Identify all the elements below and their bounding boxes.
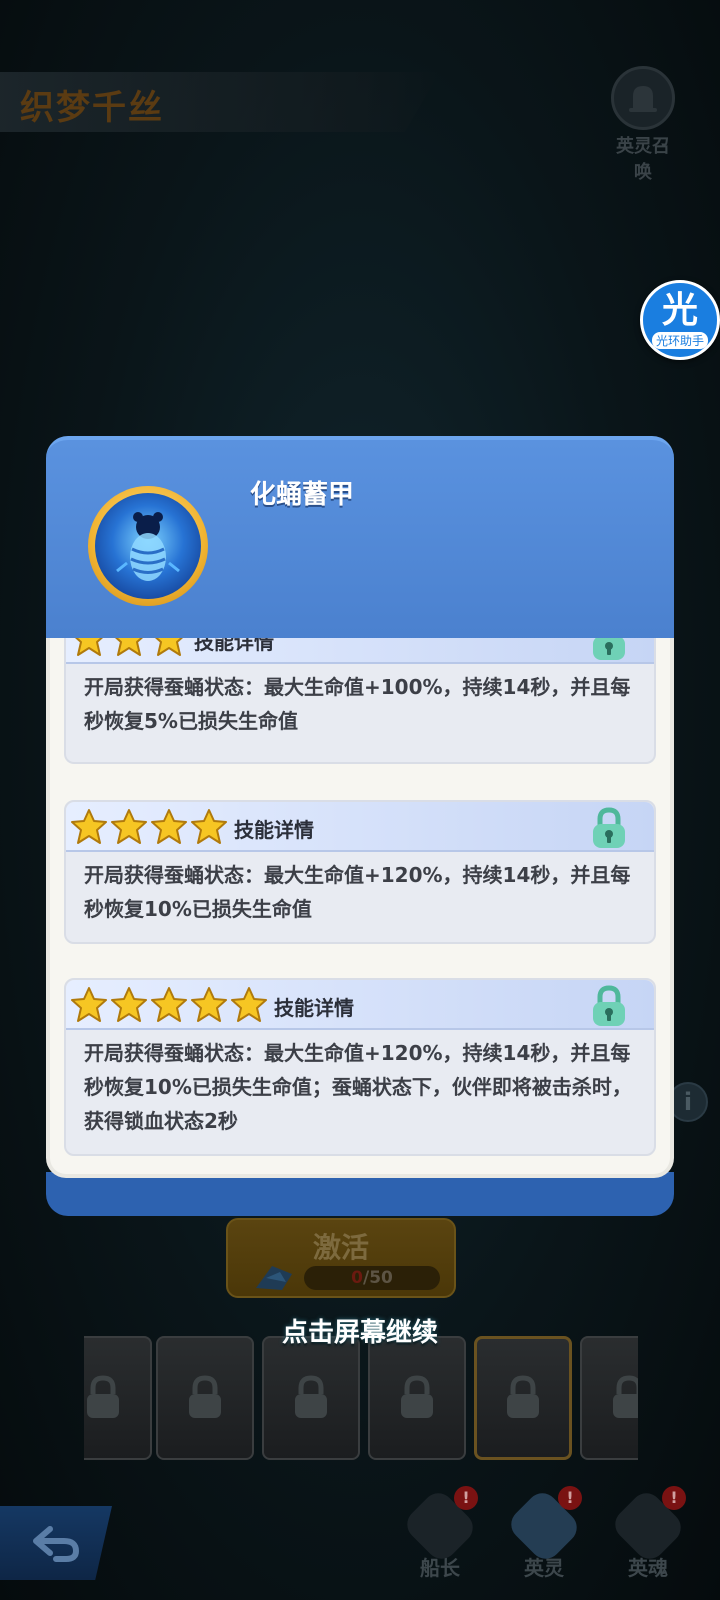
hero-card[interactable] xyxy=(262,1336,360,1460)
helper-label: 光环助手 xyxy=(651,331,708,349)
lock-icon xyxy=(189,1375,221,1418)
nav-captain[interactable]: 船长 ! xyxy=(392,1486,488,1592)
bell-icon xyxy=(611,66,675,130)
lock-icon xyxy=(507,1375,539,1418)
star-icon xyxy=(111,987,147,1022)
star-icon xyxy=(111,809,147,844)
star-icon xyxy=(71,987,107,1022)
star-icon xyxy=(71,809,107,844)
star-icon xyxy=(151,809,187,844)
nav-hero-soul[interactable]: 英魂 ! xyxy=(600,1486,696,1592)
summon-label: 英灵召唤 xyxy=(616,136,670,183)
activate-current: 0 xyxy=(351,1268,363,1288)
star-rating xyxy=(70,808,230,846)
tier-card-5star: 技能详情 开局获得蚕蛹状态：最大生命值+120%，持续14秒，并且每秒恢复10%… xyxy=(64,978,656,1156)
modal-body: 技能详情 开局获得蚕蛹状态：最大生命值+100%，持续14秒，并且每秒恢复5%已… xyxy=(46,638,674,1178)
tier-header: 技能详情 xyxy=(66,802,654,852)
star-icon xyxy=(191,809,227,844)
star-icon xyxy=(151,987,187,1022)
star-icon xyxy=(231,987,267,1022)
star-icon xyxy=(191,987,227,1022)
hero-card[interactable] xyxy=(84,1336,152,1460)
hero-summon-button[interactable]: 英灵召唤 xyxy=(608,66,678,183)
tier-header-label: 技能详情 xyxy=(274,996,354,1020)
cocoon-icon xyxy=(95,493,201,599)
lock-icon xyxy=(593,807,625,848)
tier-header-label: 技能详情 xyxy=(194,638,274,654)
activate-total: /50 xyxy=(362,1268,393,1288)
star-rating xyxy=(70,986,270,1024)
hero-card[interactable] xyxy=(580,1336,638,1460)
nav-hero-spirit[interactable]: 英灵 ! xyxy=(496,1486,592,1592)
hero-card[interactable] xyxy=(368,1336,466,1460)
lock-icon xyxy=(401,1375,433,1418)
star-icon xyxy=(74,638,104,656)
tier-header-label: 技能详情 xyxy=(234,818,314,842)
info-button[interactable]: i xyxy=(668,1082,708,1122)
activate-progress: 0/50 xyxy=(304,1266,440,1290)
tier-card-3star: 技能详情 开局获得蚕蛹状态：最大生命值+100%，持续14秒，并且每秒恢复5%已… xyxy=(64,638,656,764)
modal-rim xyxy=(46,1172,674,1216)
lock-icon xyxy=(295,1375,327,1418)
lock-icon xyxy=(87,1375,119,1418)
tap-to-continue-hint[interactable]: 点击屏幕继续 xyxy=(0,1312,720,1349)
tier-header: 技能详情 xyxy=(66,638,654,664)
modal-header: 化蛹蓄甲 xyxy=(46,436,674,646)
hero-card[interactable] xyxy=(156,1336,254,1460)
skill-emblem xyxy=(88,486,208,606)
skill-detail-modal: 化蛹蓄甲 技能详情 开局获得蚕蛹状态：最大生命值+100%，持续14秒，并且每秒… xyxy=(46,436,674,1216)
tier-description: 开局获得蚕蛹状态：最大生命值+100%，持续14秒，并且每秒恢复5%已损失生命值 xyxy=(84,675,631,733)
hero-card-selected[interactable] xyxy=(474,1336,572,1460)
hero-card-strip xyxy=(84,1336,638,1460)
tier-header: 技能详情 xyxy=(66,980,654,1030)
activate-button[interactable]: 激活 0/50 xyxy=(226,1218,456,1298)
lock-icon xyxy=(593,985,625,1026)
tier-description: 开局获得蚕蛹状态：最大生命值+120%，持续14秒，并且每秒恢复10%已损失生命… xyxy=(84,863,631,921)
hero-shard-icon xyxy=(256,1266,292,1290)
skill-name: 化蛹蓄甲 xyxy=(250,480,355,510)
star-rating xyxy=(70,638,190,658)
helper-glyph: 光 xyxy=(661,289,698,331)
notification-badge: ! xyxy=(454,1486,478,1510)
back-arrow-icon xyxy=(33,1526,80,1562)
notification-badge: ! xyxy=(662,1486,686,1510)
tier-card-4star: 技能详情 开局获得蚕蛹状态：最大生命值+120%，持续14秒，并且每秒恢复10%… xyxy=(64,800,656,944)
star-icon xyxy=(114,638,144,656)
page-title: 织梦千丝 xyxy=(20,88,164,128)
notification-badge: ! xyxy=(558,1486,582,1510)
tier-description: 开局获得蚕蛹状态：最大生命值+120%，持续14秒，并且每秒恢复10%已损失生命… xyxy=(84,1041,632,1133)
back-button[interactable] xyxy=(0,1506,112,1580)
lock-icon xyxy=(593,638,625,660)
tier-list[interactable]: 技能详情 开局获得蚕蛹状态：最大生命值+100%，持续14秒，并且每秒恢复5%已… xyxy=(64,638,656,1164)
lock-icon xyxy=(613,1375,638,1418)
star-icon xyxy=(154,638,184,656)
halo-assistant-button[interactable]: 光 光环助手 xyxy=(640,280,720,360)
